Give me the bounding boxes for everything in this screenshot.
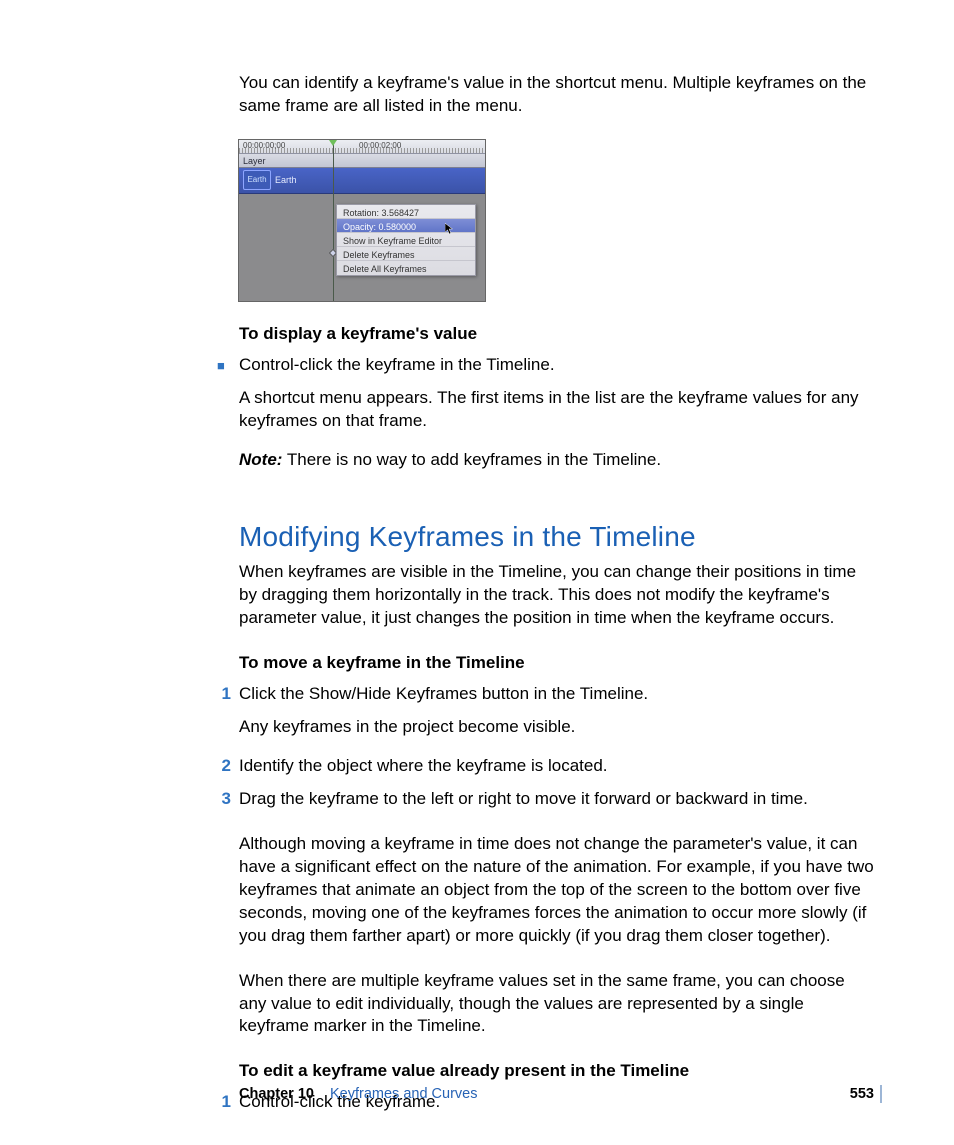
page-number: 553: [850, 1086, 874, 1102]
menu-item-delete-all-keyframes[interactable]: Delete All Keyframes: [337, 261, 475, 275]
menu-item-opacity-label: Opacity: 0.580000: [343, 222, 416, 232]
step-text: Click the Show/Hide Keyframes button in …: [239, 683, 648, 706]
modify-heading: Modifying Keyframes in the Timeline: [239, 518, 874, 556]
menu-item-show-editor[interactable]: Show in Keyframe Editor: [337, 233, 475, 247]
footer-rule-icon: [880, 1085, 882, 1103]
step-number: 1: [217, 1091, 239, 1114]
timeline-ruler: 00:00:00;00 00:00:02;00: [239, 140, 485, 154]
page-footer: Chapter 10 Keyframes and Curves 553: [239, 1086, 874, 1102]
note-label: Note:: [239, 450, 282, 469]
shortcut-menu-result: A shortcut menu appears. The first items…: [239, 387, 874, 433]
step-number: 2: [217, 755, 239, 778]
bullet-text: Control-click the keyframe in the Timeli…: [239, 354, 555, 377]
step-row-1: 1 Click the Show/Hide Keyframes button i…: [239, 683, 874, 706]
step-row-2: 2 Identify the object where the keyframe…: [239, 755, 874, 778]
intro-paragraph: You can identify a keyframe's value in t…: [239, 72, 874, 118]
menu-item-delete-keyframes[interactable]: Delete Keyframes: [337, 247, 475, 261]
para-multi-values: When there are multiple keyframe values …: [239, 970, 874, 1039]
timeline-screenshot: 00:00:00;00 00:00:02;00 Layer Earth Eart…: [239, 140, 485, 301]
bullet-icon: ■: [217, 354, 239, 377]
edit-heading: To edit a keyframe value already present…: [239, 1060, 874, 1083]
para-effect: Although moving a keyframe in time does …: [239, 833, 874, 948]
step-text: Drag the keyframe to the left or right t…: [239, 788, 808, 811]
chapter-title: Keyframes and Curves: [330, 1086, 477, 1102]
menu-item-rotation[interactable]: Rotation: 3.568427: [337, 205, 475, 219]
note-body: There is no way to add keyframes in the …: [282, 450, 661, 469]
timecode-start: 00:00:00;00: [243, 141, 285, 152]
step1-result: Any keyframes in the project become visi…: [239, 716, 874, 739]
menu-item-opacity[interactable]: Opacity: 0.580000: [337, 219, 475, 233]
track-thumbnail: Earth: [243, 170, 271, 190]
context-menu: Rotation: 3.568427 Opacity: 0.580000 Sho…: [336, 204, 476, 276]
step-number: 3: [217, 788, 239, 811]
layer-header: Layer: [239, 154, 485, 168]
note-line: Note: There is no way to add keyframes i…: [239, 449, 874, 472]
step-number: 1: [217, 683, 239, 706]
timecode-two: 00:00:02;00: [359, 141, 401, 152]
move-heading: To move a keyframe in the Timeline: [239, 652, 874, 675]
display-value-heading: To display a keyframe's value: [239, 323, 874, 346]
step-row-3: 3 Drag the keyframe to the left or right…: [239, 788, 874, 811]
playhead-icon: [333, 140, 334, 301]
track-row-earth: Earth Earth: [239, 168, 485, 194]
cursor-icon: [445, 223, 455, 235]
bullet-item: ■ Control-click the keyframe in the Time…: [239, 354, 874, 377]
chapter-label: Chapter 10: [239, 1086, 314, 1102]
modify-intro: When keyframes are visible in the Timeli…: [239, 561, 874, 630]
page-body: You can identify a keyframe's value in t…: [239, 72, 874, 1124]
track-label: Earth: [275, 174, 297, 186]
step-text: Identify the object where the keyframe i…: [239, 755, 608, 778]
